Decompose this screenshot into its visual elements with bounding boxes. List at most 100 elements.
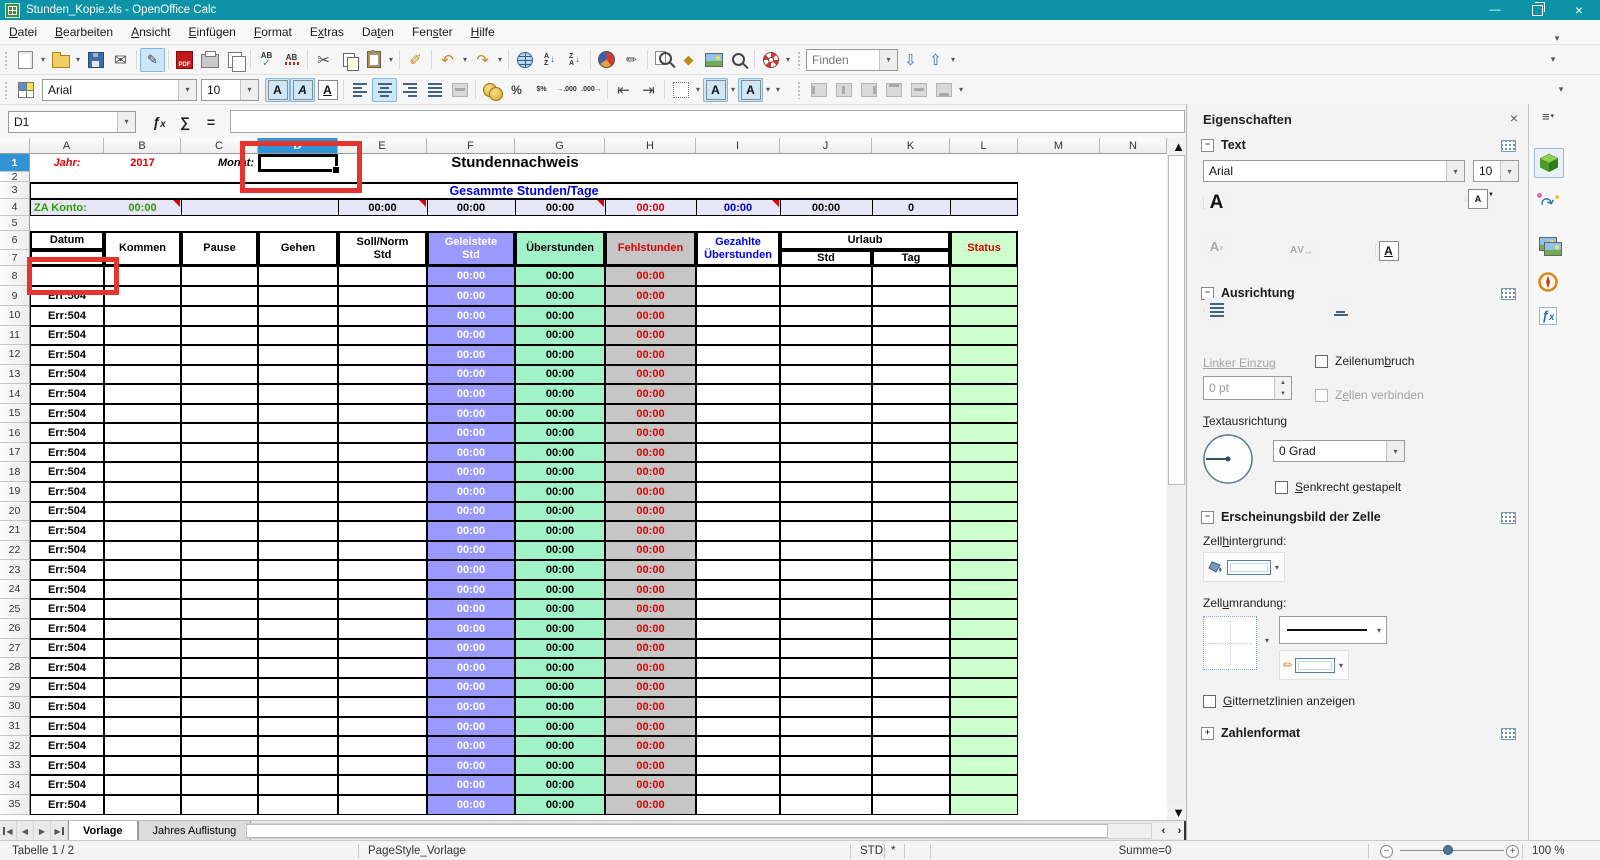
- cell-C10[interactable]: [181, 306, 258, 326]
- cell-E22[interactable]: [338, 541, 427, 561]
- cell-K12[interactable]: [872, 345, 950, 365]
- open-dropdown[interactable]: ▾: [73, 48, 83, 72]
- character-spacing-button[interactable]: AV↔: [1289, 239, 1314, 263]
- cell-H18[interactable]: 00:00: [605, 462, 696, 482]
- cell-L14[interactable]: [950, 384, 1018, 404]
- cell-D25[interactable]: [258, 599, 338, 619]
- cell-I14[interactable]: [696, 384, 780, 404]
- sidebar-shadow-button[interactable]: A: [1205, 191, 1228, 215]
- object-align-right-button[interactable]: [856, 78, 881, 102]
- cell-J8[interactable]: [780, 266, 872, 286]
- wrap-text-checkbox[interactable]: Zeilenumbruch: [1315, 354, 1414, 368]
- cell-H14[interactable]: 00:00: [605, 384, 696, 404]
- font-name-dropdown[interactable]: ▾: [178, 80, 196, 100]
- redo-button[interactable]: ↷: [470, 48, 495, 72]
- sidebar-tab-functions[interactable]: ƒx: [1534, 302, 1562, 330]
- cell-C26[interactable]: [181, 619, 258, 639]
- paste-button[interactable]: [361, 48, 386, 72]
- cell-G10[interactable]: 00:00: [515, 306, 605, 326]
- cell-K22[interactable]: [872, 541, 950, 561]
- hyperlink-button[interactable]: [512, 48, 537, 72]
- cell-L34[interactable]: [950, 775, 1018, 795]
- cell-I9[interactable]: [696, 286, 780, 306]
- borders-dropdown[interactable]: ▾: [693, 78, 703, 102]
- cell-J25[interactable]: [780, 599, 872, 619]
- row-header-21[interactable]: 21: [0, 521, 30, 541]
- cell-A24[interactable]: Err:504: [30, 580, 104, 600]
- open-button[interactable]: [48, 48, 73, 72]
- cell-C35[interactable]: [181, 795, 258, 815]
- sum-status[interactable]: Summe=0: [930, 841, 1360, 860]
- cell-H12[interactable]: 00:00: [605, 345, 696, 365]
- shrink-font-button[interactable]: A▼: [1467, 187, 1495, 211]
- formatting-toolbar-overflow[interactable]: ▾: [773, 78, 783, 102]
- selection-mode-status[interactable]: STD: [860, 841, 883, 860]
- cell-A30[interactable]: Err:504: [30, 697, 104, 717]
- cell-B29[interactable]: [104, 678, 181, 698]
- cell-E26[interactable]: [338, 619, 427, 639]
- merge-cells-checkbox[interactable]: Zellen verbinden: [1315, 388, 1424, 402]
- row-header-11[interactable]: 11: [0, 326, 30, 346]
- cell-G20[interactable]: 00:00: [515, 502, 605, 522]
- cell-K24[interactable]: [872, 580, 950, 600]
- cell-C27[interactable]: [181, 639, 258, 659]
- spellcheck-button[interactable]: AB✓: [254, 48, 279, 72]
- find-next-button[interactable]: ⇩: [898, 48, 923, 72]
- header-cell-fehlstunden[interactable]: Fehlstunden: [605, 231, 696, 266]
- row-header-5[interactable]: 5: [0, 216, 30, 231]
- cut-button[interactable]: ✂: [311, 48, 336, 72]
- cell-L12[interactable]: [950, 345, 1018, 365]
- row-header-9[interactable]: 9: [0, 286, 30, 306]
- cell-A4[interactable]: ZA Konto:: [34, 199, 104, 216]
- cell-E33[interactable]: [338, 756, 427, 776]
- cell-C12[interactable]: [181, 345, 258, 365]
- cell-C28[interactable]: [181, 658, 258, 678]
- font-color-button[interactable]: A: [738, 78, 763, 102]
- cell-L10[interactable]: [950, 306, 1018, 326]
- cell-B34[interactable]: [104, 775, 181, 795]
- scroll-up-button[interactable]: ▲: [1167, 138, 1186, 154]
- row-header-14[interactable]: 14: [0, 384, 30, 404]
- cell-K33[interactable]: [872, 756, 950, 776]
- row-header-32[interactable]: 32: [0, 736, 30, 756]
- cell-C33[interactable]: [181, 756, 258, 776]
- cell-J20[interactable]: [780, 502, 872, 522]
- cell-E13[interactable]: [338, 365, 427, 385]
- cell-F35[interactable]: 00:00: [427, 795, 515, 815]
- row-header-13[interactable]: 13: [0, 365, 30, 385]
- cell-E14[interactable]: [338, 384, 427, 404]
- cell-E19[interactable]: [338, 482, 427, 502]
- cell-A12[interactable]: Err:504: [30, 345, 104, 365]
- cell-L31[interactable]: [950, 717, 1018, 737]
- cell-I23[interactable]: [696, 560, 780, 580]
- cell-G26[interactable]: 00:00: [515, 619, 605, 639]
- cell-L29[interactable]: [950, 678, 1018, 698]
- row-header-23[interactable]: 23: [0, 560, 30, 580]
- cell-H29[interactable]: 00:00: [605, 678, 696, 698]
- cell-E12[interactable]: [338, 345, 427, 365]
- cell-J35[interactable]: [780, 795, 872, 815]
- cell-H21[interactable]: 00:00: [605, 521, 696, 541]
- cell-I22[interactable]: [696, 541, 780, 561]
- formula-input-line[interactable]: [230, 110, 1185, 133]
- cell-F17[interactable]: 00:00: [427, 443, 515, 463]
- header-cell-status[interactable]: Status: [950, 231, 1018, 266]
- cell-D30[interactable]: [258, 697, 338, 717]
- cell-B35[interactable]: [104, 795, 181, 815]
- cell-H9[interactable]: 00:00: [605, 286, 696, 306]
- cell-G13[interactable]: 00:00: [515, 365, 605, 385]
- cell-background-picker[interactable]: ▾: [1203, 552, 1285, 582]
- find-dropdown[interactable]: ▾: [879, 50, 897, 70]
- collapse-icon[interactable]: −: [1201, 511, 1214, 524]
- column-header-A[interactable]: A: [30, 138, 104, 154]
- cell-H30[interactable]: 00:00: [605, 697, 696, 717]
- cell-H11[interactable]: 00:00: [605, 326, 696, 346]
- cell-D8[interactable]: [258, 266, 338, 286]
- cell-B11[interactable]: [104, 326, 181, 346]
- header-cell-soll-norm-std[interactable]: Soll/NormStd: [338, 231, 427, 266]
- cell-H10[interactable]: 00:00: [605, 306, 696, 326]
- cell-F8[interactable]: 00:00: [427, 266, 515, 286]
- header-cell-datum[interactable]: Datum: [30, 231, 104, 250]
- cell-D34[interactable]: [258, 775, 338, 795]
- justify-button[interactable]: [422, 78, 447, 102]
